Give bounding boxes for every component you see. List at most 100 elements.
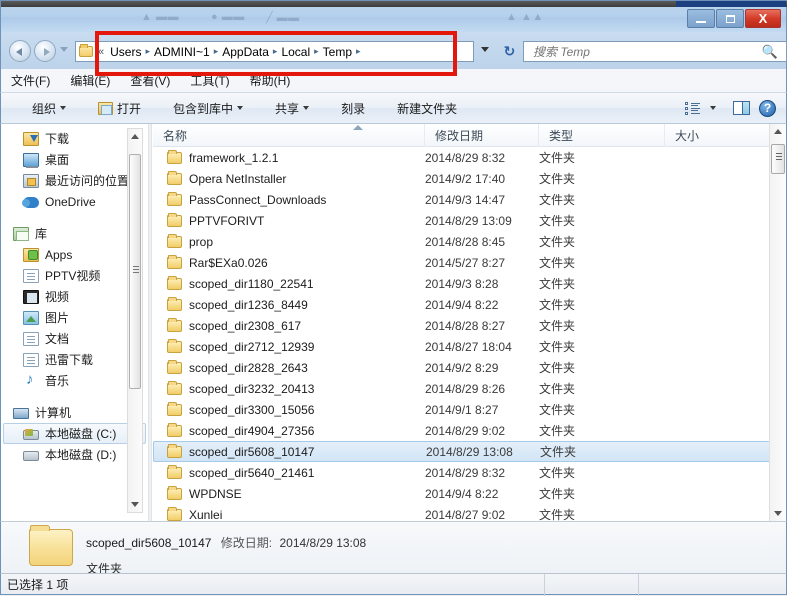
table-row[interactable]: scoped_dir5640_21461 2014/8/29 8:32 文件夹 <box>153 462 786 483</box>
search-box[interactable]: 🔍 <box>523 41 787 62</box>
scrollbar-thumb[interactable] <box>771 144 785 174</box>
table-row[interactable]: scoped_dir2308_617 2014/8/28 8:27 文件夹 <box>153 315 786 336</box>
user-ghost-icon: ▲ ▬▬ <box>141 11 179 23</box>
table-row[interactable]: prop 2014/8/28 8:45 文件夹 <box>153 231 786 252</box>
breadcrumb-item-local[interactable]: Local <box>279 45 312 59</box>
file-list-scrollbar[interactable] <box>769 124 786 521</box>
search-icon[interactable]: 🔍 <box>762 44 778 60</box>
table-row[interactable]: scoped_dir3232_20413 2014/8/29 8:26 文件夹 <box>153 378 786 399</box>
sidebar-item-downloads[interactable]: 下载 <box>1 128 148 149</box>
sidebar-item-recent-places[interactable]: 最近访问的位置 <box>1 170 148 191</box>
minimize-button[interactable] <box>687 9 715 28</box>
sidebar-item-label: OneDrive <box>45 194 96 209</box>
scrollbar-thumb[interactable] <box>129 154 141 389</box>
sidebar-item-pictures[interactable]: 图片 <box>1 307 148 328</box>
menu-item-view[interactable]: 查看(V) <box>120 70 180 91</box>
table-row[interactable]: scoped_dir1180_22541 2014/9/3 8:28 文件夹 <box>153 273 786 294</box>
search-input[interactable] <box>531 43 746 60</box>
burn-label: 刻录 <box>341 101 366 116</box>
row-date-cell: 2014/8/27 9:02 <box>425 507 506 522</box>
table-row[interactable]: PassConnect_Downloads 2014/9/3 14:47 文件夹 <box>153 189 786 210</box>
scroll-up-button[interactable] <box>128 129 142 144</box>
preview-pane-icon[interactable] <box>733 101 750 115</box>
open-button[interactable]: 打开 <box>89 97 150 120</box>
table-row[interactable]: scoped_dir2712_12939 2014/8/27 18:04 文件夹 <box>153 336 786 357</box>
menu-bar: 文件(F) 编辑(E) 查看(V) 工具(T) 帮助(H) <box>0 69 787 92</box>
maximize-button[interactable] <box>716 9 744 28</box>
menu-item-edit[interactable]: 编辑(E) <box>60 70 120 91</box>
breadcrumb-item-admini[interactable]: ADMINI~1 <box>152 45 212 59</box>
table-row[interactable]: WPDNSE 2014/9/4 8:22 文件夹 <box>153 483 786 504</box>
column-header-name[interactable]: 名称 <box>153 124 425 147</box>
view-layout-chevron-down-icon[interactable] <box>710 106 716 110</box>
new-folder-button[interactable]: 新建文件夹 <box>388 97 466 120</box>
sidebar-item-libraries[interactable]: 库 <box>1 223 148 244</box>
table-row-selected[interactable]: scoped_dir5608_10147 2014/8/29 13:08 文件夹 <box>153 441 786 462</box>
row-name-label: scoped_dir1236_8449 <box>189 297 308 312</box>
sidebar-item-pptv-video[interactable]: PPTV视频 <box>1 265 148 286</box>
refresh-icon[interactable]: ↻ <box>500 42 519 61</box>
column-header-size[interactable]: 大小 <box>665 124 769 147</box>
scroll-down-button[interactable] <box>771 506 785 521</box>
sidebar-item-onedrive[interactable]: OneDrive <box>1 191 148 212</box>
menu-item-file[interactable]: 文件(F) <box>1 70 60 91</box>
sidebar-item-apps[interactable]: Apps <box>1 244 148 265</box>
organize-button[interactable]: 组织 <box>23 97 75 120</box>
table-row[interactable]: scoped_dir2828_2643 2014/9/2 8:29 文件夹 <box>153 357 786 378</box>
table-row[interactable]: scoped_dir3300_15056 2014/9/1 8:27 文件夹 <box>153 399 786 420</box>
table-row[interactable]: scoped_dir4904_27356 2014/8/29 9:02 文件夹 <box>153 420 786 441</box>
forward-button[interactable] <box>34 40 56 62</box>
burn-button[interactable]: 刻录 <box>332 97 374 120</box>
help-icon[interactable]: ? <box>759 99 776 117</box>
breadcrumb-item-users[interactable]: Users <box>108 45 143 59</box>
share-button[interactable]: 共享 <box>266 97 318 120</box>
windows-drive-icon <box>23 429 39 440</box>
folder-icon <box>79 44 93 57</box>
pane-splitter[interactable] <box>148 124 152 521</box>
menu-item-tools[interactable]: 工具(T) <box>180 70 239 91</box>
breadcrumb-separator-icon[interactable]: ▸ <box>145 46 150 57</box>
table-row[interactable]: Opera NetInstaller 2014/9/2 17:40 文件夹 <box>153 168 786 189</box>
scroll-down-button[interactable] <box>128 497 142 512</box>
breadcrumb-trailing-separator-icon[interactable]: ▸ <box>356 46 361 57</box>
breadcrumb-separator-icon[interactable]: ▸ <box>273 46 278 57</box>
table-row[interactable]: Xunlei 2014/8/27 9:02 文件夹 <box>153 504 786 521</box>
row-date-cell: 2014/8/29 13:09 <box>425 213 512 228</box>
sidebar-item-videos[interactable]: 视频 <box>1 286 148 307</box>
row-name-label: scoped_dir3232_20413 <box>189 381 315 396</box>
table-row[interactable]: scoped_dir1236_8449 2014/9/4 8:22 文件夹 <box>153 294 786 315</box>
address-bar[interactable]: « Users ▸ ADMINI~1 ▸ AppData ▸ Local ▸ T… <box>75 41 474 62</box>
scroll-up-button[interactable] <box>771 124 785 139</box>
sidebar-item-label: 桌面 <box>45 153 70 167</box>
include-in-library-button[interactable]: 包含到库中 <box>164 97 252 120</box>
address-dropdown-icon[interactable] <box>481 47 489 52</box>
breadcrumb-item-appdata[interactable]: AppData <box>220 45 271 59</box>
breadcrumb-item-temp[interactable]: Temp <box>321 45 354 59</box>
breadcrumb-separator-icon[interactable]: ▸ <box>214 46 219 57</box>
edit-ghost-icon: ╱ ▬▬ <box>266 12 300 24</box>
sidebar-item-music[interactable]: 音乐 <box>1 370 148 391</box>
column-header-type[interactable]: 类型 <box>539 124 665 147</box>
sidebar-item-local-disk-d[interactable]: 本地磁盘 (D:) <box>1 444 148 465</box>
view-layout-icon[interactable] <box>685 101 701 115</box>
sidebar-item-thunder-download[interactable]: 迅雷下载 <box>1 349 148 370</box>
column-header-date-modified[interactable]: 修改日期 <box>425 124 539 147</box>
sidebar-item-local-disk-c[interactable]: 本地磁盘 (C:) <box>3 423 146 444</box>
close-button[interactable]: X <box>745 9 781 28</box>
sidebar-item-computer[interactable]: 计算机 <box>1 402 148 423</box>
breadcrumb-separator-icon[interactable]: ▸ <box>314 46 319 57</box>
row-type-cell: 文件夹 <box>540 445 577 459</box>
back-button[interactable] <box>9 40 31 62</box>
table-row[interactable]: PPTVFORIVT 2014/8/29 13:09 文件夹 <box>153 210 786 231</box>
table-row[interactable]: Rar$EXa0.026 2014/5/27 8:27 文件夹 <box>153 252 786 273</box>
thunder-download-library-icon <box>23 352 39 367</box>
sidebar-item-documents[interactable]: 文档 <box>1 328 148 349</box>
table-row[interactable]: framework_1.2.1 2014/8/29 8:32 文件夹 <box>153 147 786 168</box>
menu-item-help[interactable]: 帮助(H) <box>240 70 301 91</box>
navigation-pane-scrollbar[interactable] <box>127 128 143 513</box>
history-dropdown-icon[interactable] <box>60 47 68 52</box>
row-date-cell: 2014/8/29 9:02 <box>425 423 506 438</box>
folder-icon <box>167 317 182 332</box>
breadcrumb-overflow-icon[interactable]: « <box>98 46 104 58</box>
sidebar-item-desktop[interactable]: 桌面 <box>1 149 148 170</box>
